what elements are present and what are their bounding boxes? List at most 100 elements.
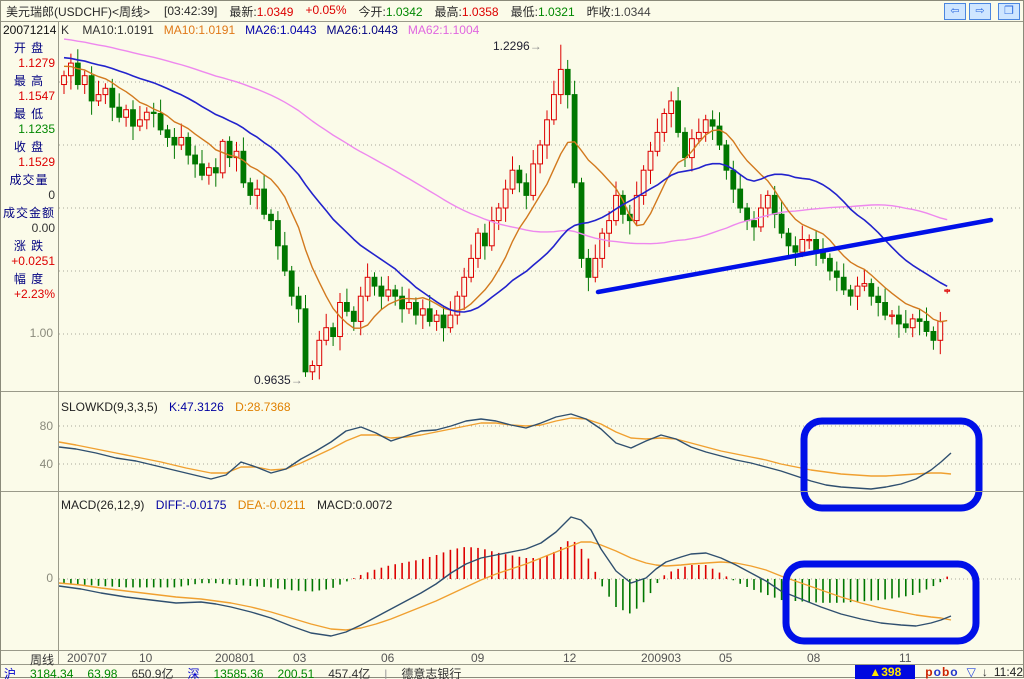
candle-body	[137, 119, 143, 127]
quote-field-value: 1.0342	[385, 4, 423, 19]
candle-body	[419, 308, 426, 316]
candle-body	[875, 295, 882, 304]
pobo-letter: o	[950, 665, 959, 679]
kd-d-value: D:28.7368	[235, 400, 291, 414]
ma-item: MA10:1.0191	[82, 23, 154, 37]
cascade-window-icon[interactable]: ❐	[998, 3, 1020, 20]
time-axis-label: 11	[899, 651, 912, 665]
candle-body	[475, 232, 481, 259]
time-axis-label: 200801	[215, 651, 256, 665]
forward-icon[interactable]: ⇨	[969, 3, 991, 20]
macd-axis-0: 0	[46, 571, 53, 585]
candle-body	[385, 289, 392, 297]
candle-body	[406, 302, 412, 310]
candle-body	[737, 188, 744, 209]
macd-title-row: MACD(26,12,9) DIFF:-0.0175 DEA:-0.0211 M…	[61, 498, 400, 512]
candle-body	[840, 276, 847, 291]
server-time: [03:42:39]	[164, 4, 218, 18]
kd-d-line	[58, 417, 952, 477]
candle-body	[654, 131, 661, 152]
candle-body	[571, 94, 578, 184]
chart-canvas[interactable]	[1, 1, 1024, 679]
candle-body	[716, 125, 723, 146]
time-axis-label: 10	[139, 651, 153, 665]
time-axis-label: 06	[381, 651, 395, 665]
quote-field-value: 1.0321	[537, 4, 575, 19]
quote-fields: 最新:1.0349 +0.05% 今开:1.0342 最高:1.0358 最低:1.03…	[229, 3, 662, 20]
pobo-logo: pobo	[925, 665, 958, 679]
back-icon[interactable]: ⇦	[944, 3, 966, 20]
status-item: 深	[187, 667, 200, 679]
candle-body	[130, 109, 136, 127]
macd-title: MACD(26,12,9)	[61, 498, 145, 512]
candle-body	[392, 289, 399, 297]
candle-body	[212, 167, 219, 174]
candle-body	[116, 106, 123, 118]
candle-body	[288, 270, 295, 297]
quote-field-label: 最新:	[229, 4, 257, 19]
panel-field-label: 涨 跌	[13, 239, 45, 253]
candle-body	[323, 327, 330, 341]
panel-field: 收 盘 1.1529	[1, 138, 57, 169]
highlight-box-annotation	[782, 560, 980, 645]
status-bar: 沪 3184.34 63.98 650.9亿 深 13585.36 200.51 457.4亿…	[1, 665, 1023, 679]
kd-title-row: SLOWKD(9,3,3,5) K:47.3126 D:28.7368	[61, 400, 299, 414]
triangle-down-icon[interactable]: ▽	[967, 665, 976, 679]
candle-body	[316, 339, 323, 366]
kd-axis-80: 80	[39, 419, 53, 433]
candle-body	[143, 111, 150, 121]
index-ticker: 沪 3184.34 63.98 650.9亿 深 13585.36 200.51 457.4亿…	[4, 665, 475, 679]
candle-body	[930, 330, 937, 341]
candle-body	[806, 239, 813, 242]
time-axis-label: 12	[563, 651, 577, 665]
panel-field: 成交量 0	[1, 171, 57, 202]
panel-field: 最 低 1.1235	[1, 105, 57, 136]
pobo-letter: o	[933, 665, 942, 679]
candle-body	[509, 169, 516, 190]
quote-field-label: 最高:	[434, 4, 462, 19]
candle-body	[413, 302, 419, 316]
candle-body	[944, 289, 951, 292]
arrow-down-icon[interactable]: ↓	[982, 665, 988, 679]
panel-field-label: 最 低	[13, 107, 45, 121]
candle-body	[633, 194, 640, 222]
candle-body	[357, 295, 364, 322]
price-axis-label: 1.00	[29, 326, 53, 340]
candle-body	[295, 295, 302, 310]
candle-body	[164, 129, 171, 138]
candle-body	[847, 289, 854, 297]
quote-field-value: 1.0358	[461, 4, 499, 19]
candle-body	[178, 136, 185, 146]
kd-axis-40: 40	[39, 457, 53, 471]
candle-body	[833, 270, 840, 278]
candle-body	[219, 140, 226, 174]
candle-body	[171, 136, 178, 146]
candle-body	[668, 100, 675, 115]
candle-body	[206, 167, 212, 176]
candle-body	[447, 314, 454, 329]
time-axis[interactable]: 周线 200707 10 200801 03 06 09 12 200903 05 08 11	[1, 651, 1023, 667]
candle-body	[778, 213, 785, 234]
candle-body	[564, 68, 571, 96]
status-item: 457.4亿	[328, 667, 371, 679]
candle-body	[199, 163, 205, 176]
window-buttons: ⇦ ⇨ ❐	[944, 3, 1020, 20]
status-item: 13585.36	[213, 667, 264, 679]
candle-body	[606, 220, 613, 234]
selected-date: 20071214	[3, 23, 57, 37]
candle-body	[433, 314, 440, 322]
status-item: 200.51	[277, 667, 315, 679]
candle-body	[516, 169, 523, 184]
candle-body	[889, 314, 895, 317]
candle-body	[123, 109, 129, 118]
candle-body	[371, 276, 378, 287]
candle-body	[551, 94, 557, 121]
candle-body	[937, 320, 944, 341]
candle-body	[495, 207, 502, 222]
panel-field: 幅 度 +2.23%	[1, 270, 57, 301]
time-axis-label: 08	[807, 651, 821, 665]
candle-body	[109, 87, 116, 108]
candle-body	[488, 220, 495, 247]
candle-body	[730, 169, 737, 190]
panel-field: 成交金额 0.00	[1, 204, 57, 235]
